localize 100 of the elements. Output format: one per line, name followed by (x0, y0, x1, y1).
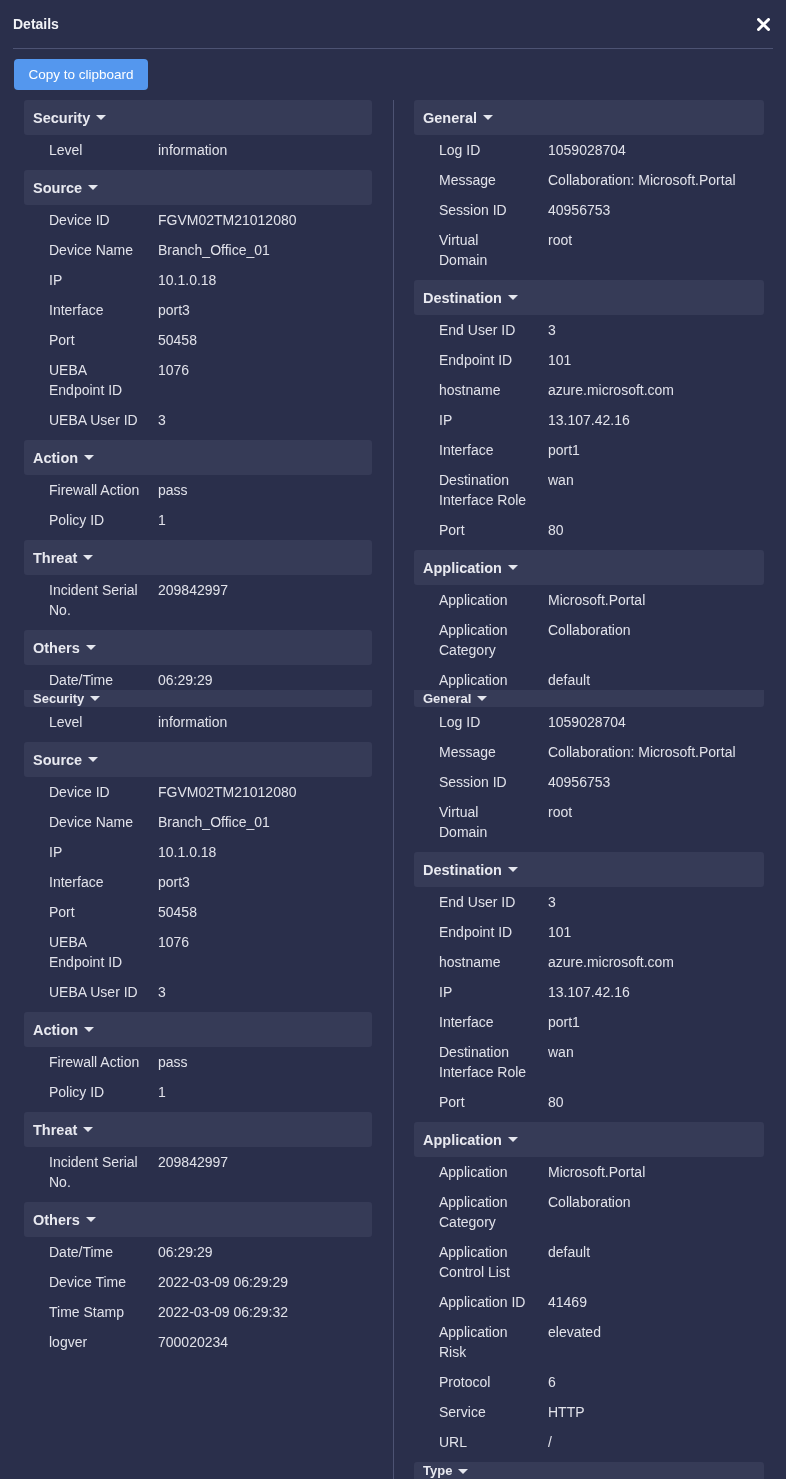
field-label: Date/Time (49, 671, 115, 690)
field-value: wan (548, 471, 574, 490)
field-label: Endpoint ID (439, 351, 514, 370)
field-value: Branch_Office_01 (158, 813, 270, 832)
field-label: Application (439, 591, 509, 610)
field-value: azure.microsoft.com (548, 953, 675, 972)
field-label: Device Name (49, 241, 135, 260)
section-header[interactable]: Destination (414, 852, 764, 887)
section-header[interactable]: Type (414, 1462, 764, 1479)
field-value: Branch_Office_01 (158, 241, 270, 260)
field-label: Application (439, 1163, 509, 1182)
field-label: hostname (439, 953, 502, 972)
field-value: Collaboration: Microsoft.Portal (548, 171, 736, 190)
field-value: 3 (158, 411, 166, 430)
field-value: 3 (548, 321, 556, 340)
field-value: 13.107.42.16 (548, 411, 630, 430)
dialog-title: Details (13, 16, 59, 32)
section-header[interactable]: Source (24, 170, 372, 205)
section-header[interactable]: Application (414, 550, 764, 585)
field-value: 06:29:29 (158, 671, 213, 690)
field-label: Firewall Action (49, 481, 141, 500)
caret-down-icon (84, 1027, 95, 1032)
section-header[interactable]: General (414, 690, 764, 707)
field-value: HTTP (548, 1403, 585, 1422)
field-label: Interface (49, 873, 105, 892)
field-value: 41469 (548, 1293, 587, 1312)
field-label: Port (49, 903, 76, 922)
section-header[interactable]: Source (24, 742, 372, 777)
field-label: Session ID (439, 773, 508, 792)
field-value: 700020234 (158, 1333, 229, 1352)
section-header[interactable]: Others (24, 1202, 372, 1237)
field-label: Policy ID (49, 1083, 106, 1102)
section-header[interactable]: Threat (24, 540, 372, 575)
field-label: Device Time (49, 1273, 128, 1292)
field-label: End User ID (439, 321, 517, 340)
field-label: logver (49, 1333, 89, 1352)
section-header[interactable]: Threat (24, 1112, 372, 1147)
field-label: Application (439, 671, 509, 690)
field-label: URL (439, 1433, 468, 1452)
field-label: Interface (439, 441, 495, 460)
field-label: IP (49, 271, 64, 290)
field-label: Application Risk (439, 1323, 509, 1362)
caret-down-icon (477, 696, 488, 701)
section-header[interactable]: Destination (414, 280, 764, 315)
field-value: Collaboration: Microsoft.Portal (548, 743, 736, 762)
caret-down-icon (458, 1469, 469, 1474)
field-label: End User ID (439, 893, 517, 912)
field-value: 1 (158, 511, 166, 530)
field-value: root (548, 231, 573, 250)
field-label: Port (49, 331, 76, 350)
field-value: 2022-03-09 06:29:29 (158, 1273, 288, 1292)
field-label: Device Name (49, 813, 135, 832)
field-label: Interface (49, 301, 105, 320)
section-header[interactable]: Action (24, 1012, 372, 1047)
field-label: Session ID (439, 201, 508, 220)
field-value: FGVM02TM21012080 (158, 783, 297, 802)
field-label: Log ID (439, 141, 482, 160)
caret-down-icon (483, 115, 493, 120)
field-label: Date/Time (49, 1243, 115, 1262)
field-value: 1076 (158, 361, 190, 380)
field-label: Port (439, 521, 466, 540)
caret-down-icon (90, 696, 101, 701)
section-header[interactable]: Others (24, 630, 372, 665)
field-value: 40956753 (548, 201, 611, 220)
field-value: port3 (158, 873, 190, 892)
field-value: Collaboration (548, 1193, 631, 1212)
field-value: information (158, 713, 228, 732)
caret-down-icon (507, 867, 518, 872)
section-header[interactable]: Security (24, 690, 372, 707)
field-label: Application Category (439, 1193, 509, 1232)
section-header[interactable]: Action (24, 440, 372, 475)
field-value: port1 (548, 441, 580, 460)
caret-down-icon (507, 1137, 518, 1142)
field-value: 6 (548, 1373, 556, 1392)
field-value: 80 (548, 521, 564, 540)
section-header[interactable]: Security (24, 100, 372, 135)
field-value: 50458 (158, 903, 197, 922)
field-label: Virtual Domain (439, 803, 489, 842)
caret-down-icon (85, 645, 96, 650)
field-value: default (548, 1243, 591, 1262)
field-value: Microsoft.Portal (548, 591, 646, 610)
field-value: 3 (548, 893, 556, 912)
field-value: 2022-03-09 06:29:32 (158, 1303, 288, 1322)
section-header[interactable]: Application (414, 1122, 764, 1157)
field-label: Application ID (439, 1293, 527, 1312)
field-label: UEBA User ID (49, 411, 139, 430)
field-value: 40956753 (548, 773, 611, 792)
field-label: Port (439, 1093, 466, 1112)
field-value: 209842997 (158, 581, 229, 600)
field-value: pass (158, 481, 188, 500)
field-label: IP (439, 411, 454, 430)
field-label: Log ID (439, 713, 482, 732)
field-label: Level (49, 713, 84, 732)
field-value: 1059028704 (548, 141, 626, 160)
field-label: Service (439, 1403, 487, 1422)
field-value: pass (158, 1053, 188, 1072)
caret-down-icon (88, 185, 99, 190)
section-header[interactable]: General (414, 100, 764, 135)
close-icon[interactable] (757, 17, 770, 31)
field-value: 101 (548, 923, 572, 942)
